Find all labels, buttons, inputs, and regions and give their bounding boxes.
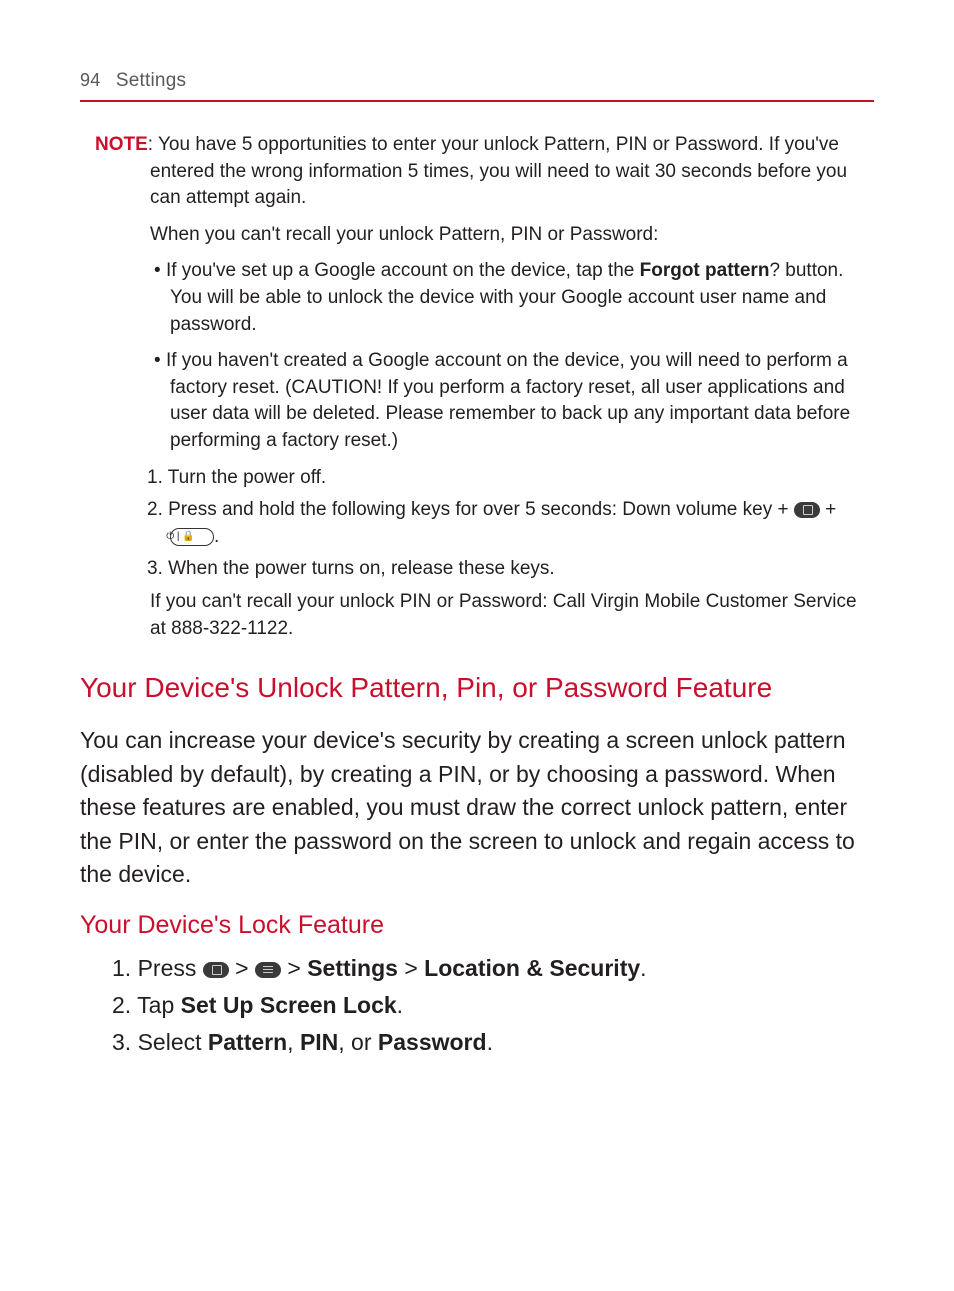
step1-num: 1. (147, 467, 168, 488)
s3-c2: , or (338, 1029, 378, 1055)
home-key-icon (203, 962, 229, 978)
home-key-icon (794, 502, 820, 518)
step3-text: When the power turns on, release these k… (168, 558, 555, 579)
s3-pin: PIN (300, 1029, 338, 1055)
s1-pre: Press (138, 955, 203, 981)
step2-plus: + (820, 499, 836, 520)
s1-num: 1. (112, 955, 138, 981)
s2-end: . (397, 992, 403, 1018)
s1-gt1: > (229, 955, 255, 981)
reset-step-3: 3. When the power turns on, release thes… (170, 556, 874, 583)
s1-settings: Settings (307, 955, 398, 981)
step2-end: . (214, 526, 219, 547)
note-recall: When you can't recall your unlock Patter… (150, 222, 874, 249)
forgot-pattern-bold: Forgot pattern (640, 260, 770, 281)
step3-num: 3. (147, 558, 168, 579)
s1-gt3: > (398, 955, 424, 981)
note-block: NOTE: You have 5 opportunities to enter … (80, 132, 874, 642)
s3-pattern: Pattern (208, 1029, 287, 1055)
note-text: : You have 5 opportunities to enter your… (148, 134, 847, 208)
note-label: NOTE (95, 134, 148, 155)
note-main: NOTE: You have 5 opportunities to enter … (150, 132, 874, 212)
menu-key-icon (255, 962, 281, 978)
bullet-factory-reset: If you haven't created a Google account … (170, 348, 874, 454)
page-header: 94 Settings (80, 70, 874, 102)
bullet1-pre: If you've set up a Google account on the… (166, 260, 640, 281)
reset-step-1: 1. Turn the power off. (170, 465, 874, 492)
s3-num: 3. (112, 1029, 138, 1055)
s3-pre: Select (138, 1029, 208, 1055)
s2-num: 2. (112, 992, 137, 1018)
s2-bold: Set Up Screen Lock (181, 992, 397, 1018)
reset-step-2: 2. Press and hold the following keys for… (170, 497, 874, 550)
step1-text: Turn the power off. (168, 467, 326, 488)
s3-end: . (487, 1029, 493, 1055)
note-pin-contact: If you can't recall your unlock PIN or P… (150, 589, 874, 642)
s1-location: Location & Security (424, 955, 640, 981)
body-unlock-feature: You can increase your device's security … (80, 724, 874, 891)
step2-num: 2. (147, 499, 168, 520)
bullet-google-account: If you've set up a Google account on the… (170, 258, 874, 338)
s1-gt2: > (281, 955, 307, 981)
lock-step-3: 3. Select Pattern, PIN, or Password. (140, 1026, 874, 1059)
heading-lock-feature: Your Device's Lock Feature (80, 909, 874, 942)
power-lock-key-icon: ⏻ | 🔒 (170, 528, 214, 546)
section-title: Settings (116, 70, 186, 91)
lock-step-2: 2. Tap Set Up Screen Lock. (140, 989, 874, 1022)
step2-pre: Press and hold the following keys for ov… (168, 499, 794, 520)
s2-pre: Tap (137, 992, 180, 1018)
heading-unlock-feature: Your Device's Unlock Pattern, Pin, or Pa… (80, 670, 874, 706)
lock-step-1: 1. Press > > Settings > Location & Secur… (140, 952, 874, 985)
s3-password: Password (378, 1029, 487, 1055)
page-number: 94 (80, 70, 100, 90)
s3-c1: , (287, 1029, 300, 1055)
s1-end: . (640, 955, 646, 981)
